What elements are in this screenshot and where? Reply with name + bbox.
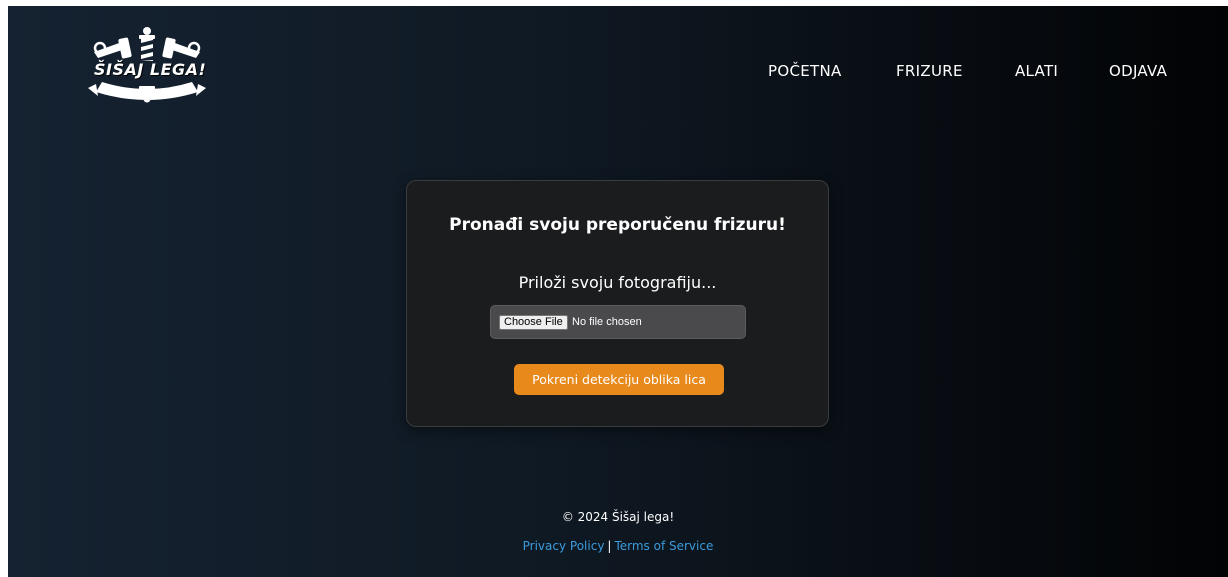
footer-separator: |	[607, 539, 612, 553]
upload-card: Pronađi svoju preporučenu frizuru! Prilo…	[406, 180, 829, 427]
privacy-policy-link[interactable]: Privacy Policy	[523, 539, 605, 553]
terms-of-service-link[interactable]: Terms of Service	[614, 539, 713, 553]
nav-item-frizure[interactable]: FRIZURE	[896, 62, 963, 80]
choose-file-button[interactable]: Choose File	[499, 315, 568, 330]
card-subtitle: Priloži svoju fotografiju...	[518, 273, 717, 292]
card-title: Pronađi svoju preporučenu frizuru!	[449, 215, 786, 235]
main-nav: POČETNA FRIZURE ALATI ODJAVA	[8, 62, 1228, 86]
file-status-text: No file chosen	[572, 316, 642, 328]
page-background: ŠIŠAJ LEGA! POČETNA FRIZURE ALATI ODJAVA…	[8, 6, 1228, 577]
nav-item-alati[interactable]: ALATI	[1015, 62, 1058, 80]
footer-copyright: © 2024 Šišaj lega!	[561, 510, 675, 524]
nav-item-pocetna[interactable]: POČETNA	[768, 62, 842, 80]
footer-links: Privacy Policy | Terms of Service	[8, 539, 1228, 553]
nav-item-odjava[interactable]: ODJAVA	[1109, 62, 1167, 80]
detect-face-shape-button[interactable]: Pokreni detekciju oblika lica	[514, 364, 724, 395]
file-input[interactable]: Choose File No file chosen	[490, 305, 746, 339]
